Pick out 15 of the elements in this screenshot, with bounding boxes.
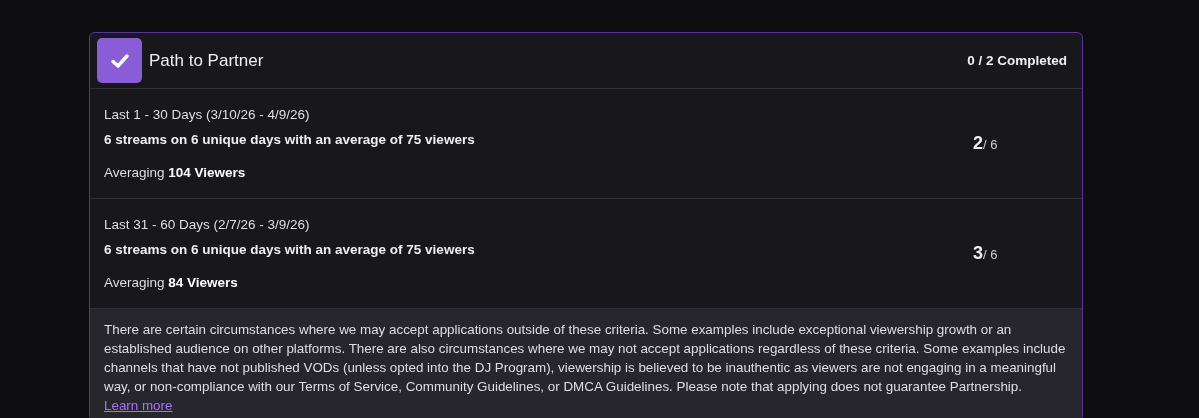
average-viewers: Averaging 104 Viewers [104,165,247,180]
learn-more-link[interactable]: Learn more [104,398,173,413]
streams-required: / 6 [983,247,998,262]
average-viewers: Averaging 84 Viewers [104,275,239,290]
requirement-text: 6 streams on 6 unique days with an average of 75 viewers [104,242,476,257]
streams-completed: 3 [973,243,983,263]
streams-required: / 6 [983,137,998,152]
completed-count: 0 / 2 Completed [967,53,1067,68]
date-range: Last 1 - 30 Days (3/10/26 - 4/9/26) [104,107,311,122]
date-range: Last 31 - 60 Days (2/7/26 - 3/9/26) [104,217,311,232]
streams-completed: 2 [973,133,983,153]
requirement-text: 6 streams on 6 unique days with an average of 75 viewers [104,132,476,147]
card-title: Path to Partner [149,50,264,71]
criteria-note: There are certain circumstances where we may accept applications outside of these criteria. Some examples include exceptional viewership growth or an established audience on other platforms. There are also circumstances where we may not accept applications regardless of these criteria. Some examples include channels that have not published VODs (unless opted into the DJ Program), viewership is believed to be inauthentic as viewers are not engaging in a meaningful way, or non-compliance with our Terms of Service, Community Guidelines, or DMCA Guidelines. Please note that applying does not guarantee Partnership. Learn more [104,321,1067,415]
checkmark-badge-icon [97,38,142,83]
